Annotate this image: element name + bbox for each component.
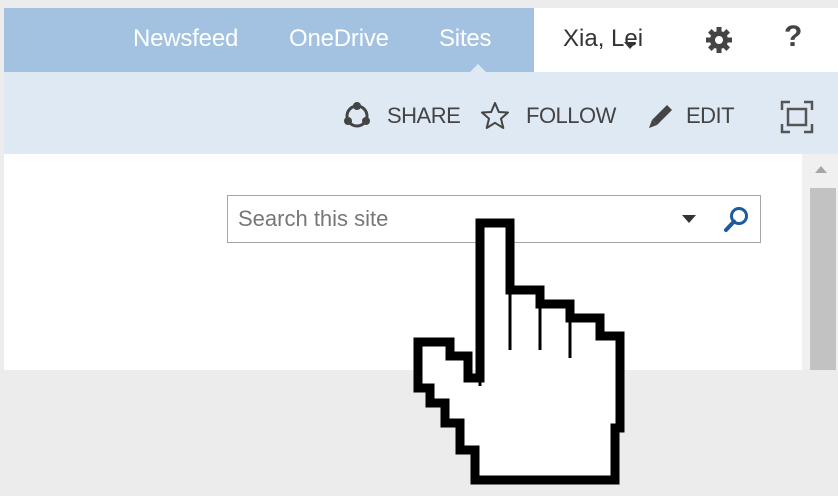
share-icon [344, 102, 370, 128]
edit-label: EDIT [686, 103, 735, 128]
vertical-scrollbar[interactable] [802, 154, 838, 370]
share-label: SHARE [387, 103, 461, 128]
gear-icon[interactable] [704, 25, 734, 55]
help-icon[interactable]: ? [784, 20, 802, 54]
suite-bar-nav-area: Newsfeed OneDrive Sites [4, 8, 534, 72]
nav-link-sites[interactable]: Sites [439, 25, 492, 53]
focus-on-content-icon[interactable] [780, 100, 814, 134]
search-scope-dropdown[interactable] [682, 215, 696, 223]
pencil-icon [649, 105, 672, 128]
search-icon[interactable] [722, 204, 752, 234]
nav-link-onedrive[interactable]: OneDrive [289, 25, 389, 53]
chevron-down-icon[interactable] [624, 42, 636, 49]
scroll-thumb[interactable] [810, 188, 836, 370]
selected-nav-indicator [470, 64, 486, 72]
star-icon [481, 102, 509, 129]
nav-link-newsfeed[interactable]: Newsfeed [133, 25, 238, 53]
follow-label: FOLLOW [526, 103, 616, 128]
scroll-up-arrow[interactable] [815, 166, 827, 173]
suite-bar: Newsfeed OneDrive Sites Xia, Lei ? [4, 8, 838, 72]
screenshot-viewport: Newsfeed OneDrive Sites Xia, Lei ? SHARE… [0, 0, 838, 496]
page-action-bar: SHARE FOLLOW EDIT [4, 72, 838, 154]
hand-pointer-cursor [413, 218, 625, 485]
